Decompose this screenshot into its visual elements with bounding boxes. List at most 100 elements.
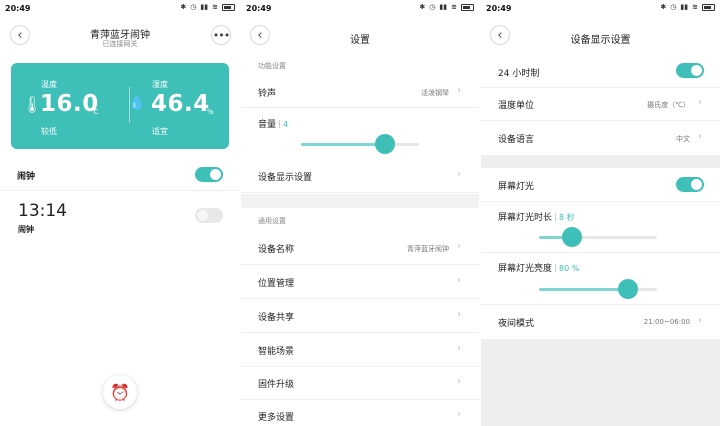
backlight-duration-label: 屏幕灯光时长 (498, 213, 553, 223)
smart-scene-row[interactable]: 智能场景 › (241, 333, 479, 367)
volume-slider-knob[interactable] (374, 134, 395, 154)
humidity-value: 46.4 (151, 91, 210, 117)
firmware-row[interactable]: 固件升级 › (241, 367, 479, 400)
battery-icon (222, 3, 235, 11)
backlight-brightness-slider[interactable] (539, 279, 657, 299)
backlight-brightness-slider-knob[interactable] (617, 279, 638, 299)
alarm-master-row: 闹钟 (0, 158, 240, 191)
night-mode-value: 21:00~06:00 (643, 318, 690, 326)
language-row[interactable]: 设备语言 中文 › (481, 121, 720, 155)
hour24-toggle[interactable] (676, 63, 704, 78)
alarm-status-icon: ◷ (190, 3, 197, 11)
page-title: 设置 (350, 35, 370, 46)
section-gap (241, 194, 479, 208)
status-bar: 20:49 ✱ ◷ ▮▮ ≋ (0, 0, 240, 18)
chevron-right-icon: › (698, 97, 702, 108)
signal-icon: ▮▮ (680, 3, 689, 11)
volume-label: 音量 (258, 120, 277, 130)
chevron-right-icon: › (457, 343, 461, 354)
volume-value: 4 (283, 120, 289, 129)
signal-icon: ▮▮ (200, 3, 209, 11)
alarm-time: 13:14 (18, 201, 67, 221)
backlight-brightness-slider-fill (539, 288, 628, 291)
chevron-right-icon: › (457, 241, 461, 252)
firmware-label: 固件升级 (258, 380, 295, 390)
backlight-duration-slider-knob[interactable] (562, 227, 583, 247)
chevron-right-icon: › (457, 169, 461, 180)
chevron-right-icon: › (457, 409, 461, 420)
sensor-card: 🌡 温度 16.0 °C 较低 💧 湿度 46.4 % 适宜 (11, 63, 229, 149)
section-label-function: 功能设置 (258, 62, 286, 70)
location-row[interactable]: 位置管理 › (241, 265, 479, 299)
hour24-row: 24 小时制 (481, 54, 720, 88)
ringtone-value: 活泼钢琴 (421, 89, 449, 97)
display-settings-row[interactable]: 设备显示设置 › (241, 159, 479, 193)
section-label-general: 通用设置 (258, 217, 286, 225)
humidity-unit: % (207, 108, 214, 116)
more-settings-row[interactable]: 更多设置 › (241, 400, 479, 426)
temp-unit-row[interactable]: 温度单位 摄氏度（℃） › (481, 88, 720, 121)
alarm-status-icon: ◷ (429, 3, 436, 11)
night-mode-row[interactable]: 夜间模式 21:00~06:00 › (481, 305, 720, 339)
location-label: 位置管理 (258, 279, 295, 289)
bluetooth-icon: ✱ (180, 3, 187, 11)
wifi-icon: ≋ (451, 3, 457, 11)
droplet-icon: 💧 (128, 95, 146, 111)
status-bar: 20:49 ✱ ◷ ▮▮ ≋ (241, 0, 479, 18)
alarm-item-toggle[interactable] (195, 208, 223, 223)
connection-status: 已连接网关 (102, 40, 138, 48)
share-row[interactable]: 设备共享 › (241, 299, 479, 333)
signal-icon: ▮▮ (439, 3, 448, 11)
battery-icon (461, 3, 474, 11)
temperature-unit: °C (90, 108, 99, 116)
volume-slider[interactable] (301, 134, 419, 154)
device-name-value: 青萍蓝牙闹钟 (407, 245, 449, 253)
display-settings-screen: 20:49 ✱ ◷ ▮▮ ≋ ‹ 设备显示设置 24 小时制 温度单位 摄氏度（… (481, 0, 720, 426)
status-time: 20:49 (486, 4, 512, 13)
display-settings-label: 设备显示设置 (258, 173, 313, 183)
battery-icon (702, 3, 715, 11)
hour24-label: 24 小时制 (498, 69, 540, 79)
alarm-master-toggle[interactable] (195, 167, 223, 182)
temperature-status: 较低 (41, 127, 57, 136)
language-value: 中文 (676, 135, 690, 143)
ringtone-row[interactable]: 铃声 活泼钢琴 › (241, 75, 479, 108)
page-title: 设备显示设置 (570, 35, 631, 46)
night-mode-label: 夜间模式 (498, 319, 535, 329)
humidity-label: 湿度 (152, 80, 168, 89)
alarm-item[interactable]: 13:14 闹钟 (0, 191, 240, 239)
more-options-button[interactable]: ••• (211, 25, 231, 45)
smart-scene-label: 智能场景 (258, 347, 295, 357)
backlight-duration-row: 屏幕灯光时长 8 秒 (481, 202, 720, 253)
chevron-right-icon: › (457, 309, 461, 320)
backlight-toggle[interactable] (676, 177, 704, 192)
backlight-label: 屏幕灯光 (498, 182, 535, 192)
share-label: 设备共享 (258, 313, 295, 323)
status-time: 20:49 (246, 4, 272, 13)
device-name-label: 设备名称 (258, 245, 295, 255)
device-name-row[interactable]: 设备名称 青萍蓝牙闹钟 › (241, 231, 479, 265)
device-home-screen: 20:49 ✱ ◷ ▮▮ ≋ ‹ 青萍蓝牙闹钟 已连接网关 ••• 🌡 温度 1… (0, 0, 240, 426)
alarm-status-icon: ◷ (670, 3, 677, 11)
backlight-brightness-value: 80 % (559, 264, 580, 273)
temperature-label: 温度 (41, 80, 57, 89)
wifi-icon: ≋ (692, 3, 698, 11)
backlight-duration-slider[interactable] (539, 227, 657, 247)
chevron-right-icon: › (457, 275, 461, 286)
backlight-duration-value: 8 秒 (559, 213, 575, 222)
backlight-brightness-row: 屏幕灯光亮度 80 % (481, 253, 720, 305)
humidity-status: 适宜 (152, 127, 168, 136)
settings-screen: 20:49 ✱ ◷ ▮▮ ≋ ‹ 设置 功能设置 铃声 活泼钢琴 › 音量 4 设… (241, 0, 479, 426)
temp-unit-value: 摄氏度（℃） (647, 101, 690, 109)
chevron-right-icon: › (457, 376, 461, 387)
add-alarm-icon: ⏰ (110, 382, 130, 402)
wifi-icon: ≋ (212, 3, 218, 11)
chevron-right-icon: › (698, 315, 702, 326)
chevron-right-icon: › (698, 131, 702, 142)
ringtone-label: 铃声 (258, 89, 277, 99)
alarm-master-label: 闹钟 (17, 172, 36, 182)
status-bar: 20:49 ✱ ◷ ▮▮ ≋ (481, 0, 720, 18)
add-alarm-button[interactable]: ⏰ (103, 375, 137, 409)
volume-row: 音量 4 (241, 108, 479, 159)
backlight-brightness-label: 屏幕灯光亮度 (498, 264, 553, 274)
